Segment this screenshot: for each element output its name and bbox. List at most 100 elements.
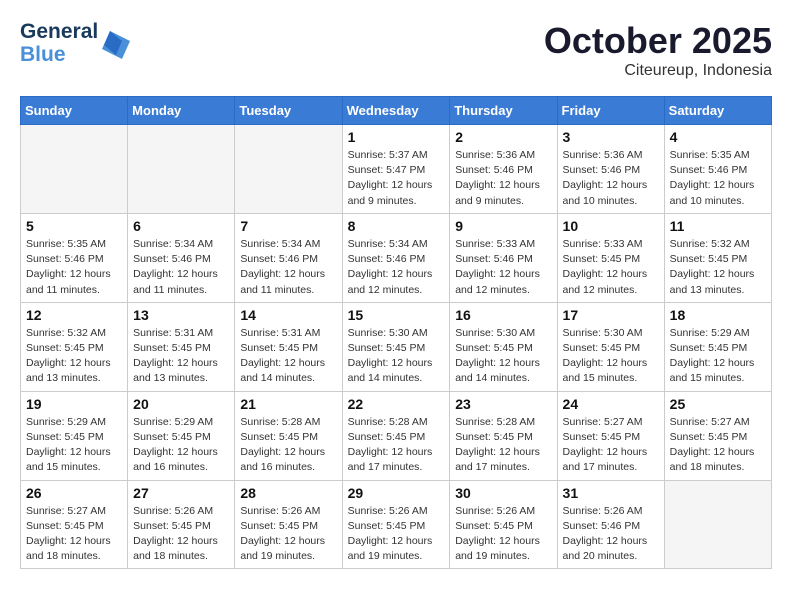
calendar-cell: 23 Sunrise: 5:28 AM Sunset: 5:45 PM Dayli… xyxy=(450,391,557,480)
month-title: October 2025 xyxy=(544,20,772,62)
day-number: 26 xyxy=(26,485,122,501)
weekday-header-friday: Friday xyxy=(557,97,664,125)
location: Citeureup, Indonesia xyxy=(544,62,772,80)
day-info: Sunrise: 5:36 AM Sunset: 5:46 PM Dayligh… xyxy=(455,148,551,209)
day-info: Sunrise: 5:33 AM Sunset: 5:46 PM Dayligh… xyxy=(455,237,551,298)
calendar-cell: 5 Sunrise: 5:35 AM Sunset: 5:46 PM Daylig… xyxy=(21,213,128,302)
weekday-header-saturday: Saturday xyxy=(664,97,771,125)
day-number: 5 xyxy=(26,218,122,234)
day-info: Sunrise: 5:30 AM Sunset: 5:45 PM Dayligh… xyxy=(348,326,445,387)
day-number: 11 xyxy=(670,218,766,234)
day-number: 15 xyxy=(348,307,445,323)
calendar-cell: 7 Sunrise: 5:34 AM Sunset: 5:46 PM Daylig… xyxy=(235,213,342,302)
calendar-cell xyxy=(235,125,342,214)
weekday-header-thursday: Thursday xyxy=(450,97,557,125)
day-number: 31 xyxy=(563,485,659,501)
calendar-cell: 14 Sunrise: 5:31 AM Sunset: 5:45 PM Dayli… xyxy=(235,302,342,391)
calendar-cell: 27Sunrise: 5:26 AM Sunset: 5:45 PM Dayli… xyxy=(128,480,235,569)
calendar-body: 1 Sunrise: 5:37 AM Sunset: 5:47 PM Daylig… xyxy=(21,125,772,569)
calendar-week-2: 5 Sunrise: 5:35 AM Sunset: 5:46 PM Daylig… xyxy=(21,213,772,302)
day-number: 6 xyxy=(133,218,229,234)
calendar-table: SundayMondayTuesdayWednesdayThursdayFrid… xyxy=(20,96,772,569)
day-number: 16 xyxy=(455,307,551,323)
calendar-cell: 17Sunrise: 5:30 AM Sunset: 5:45 PM Dayli… xyxy=(557,302,664,391)
day-number: 1 xyxy=(348,129,445,145)
page-header: General Blue October 2025 Citeureup, Ind… xyxy=(20,20,772,80)
day-number: 25 xyxy=(670,396,766,412)
day-number: 7 xyxy=(240,218,336,234)
calendar-cell: 22 Sunrise: 5:28 AM Sunset: 5:45 PM Dayli… xyxy=(342,391,450,480)
day-info: Sunrise: 5:32 AM Sunset: 5:45 PM Dayligh… xyxy=(670,237,766,298)
calendar-cell: 11 Sunrise: 5:32 AM Sunset: 5:45 PM Dayli… xyxy=(664,213,771,302)
day-number: 21 xyxy=(240,396,336,412)
day-info: Sunrise: 5:37 AM Sunset: 5:47 PM Dayligh… xyxy=(348,148,445,209)
weekday-header-row: SundayMondayTuesdayWednesdayThursdayFrid… xyxy=(21,97,772,125)
day-info: Sunrise: 5:35 AM Sunset: 5:46 PM Dayligh… xyxy=(670,148,766,209)
day-info: Sunrise: 5:26 AM Sunset: 5:45 PM Dayligh… xyxy=(455,504,551,565)
day-number: 20 xyxy=(133,396,229,412)
calendar-cell: 2 Sunrise: 5:36 AM Sunset: 5:46 PM Daylig… xyxy=(450,125,557,214)
day-info: Sunrise: 5:26 AM Sunset: 5:45 PM Dayligh… xyxy=(348,504,445,565)
calendar-cell: 25 Sunrise: 5:27 AM Sunset: 5:45 PM Dayli… xyxy=(664,391,771,480)
day-info: Sunrise: 5:33 AM Sunset: 5:45 PM Dayligh… xyxy=(563,237,659,298)
day-info: Sunrise: 5:31 AM Sunset: 5:45 PM Dayligh… xyxy=(133,326,229,387)
day-info: Sunrise: 5:27 AM Sunset: 5:45 PM Dayligh… xyxy=(670,415,766,476)
logo: General Blue xyxy=(20,20,130,66)
calendar-cell xyxy=(21,125,128,214)
day-number: 10 xyxy=(563,218,659,234)
calendar-week-1: 1 Sunrise: 5:37 AM Sunset: 5:47 PM Daylig… xyxy=(21,125,772,214)
logo-text-line2: Blue xyxy=(20,43,98,66)
calendar-cell: 13 Sunrise: 5:31 AM Sunset: 5:45 PM Dayli… xyxy=(128,302,235,391)
calendar-cell: 20 Sunrise: 5:29 AM Sunset: 5:45 PM Dayli… xyxy=(128,391,235,480)
day-info: Sunrise: 5:30 AM Sunset: 5:45 PM Dayligh… xyxy=(563,326,659,387)
calendar-cell: 12 Sunrise: 5:32 AM Sunset: 5:45 PM Dayli… xyxy=(21,302,128,391)
day-info: Sunrise: 5:28 AM Sunset: 5:45 PM Dayligh… xyxy=(240,415,336,476)
logo-icon xyxy=(102,27,130,59)
calendar-cell xyxy=(664,480,771,569)
calendar-cell: 21 Sunrise: 5:28 AM Sunset: 5:45 PM Dayli… xyxy=(235,391,342,480)
day-info: Sunrise: 5:26 AM Sunset: 5:45 PM Dayligh… xyxy=(240,504,336,565)
day-number: 2 xyxy=(455,129,551,145)
calendar-week-4: 19 Sunrise: 5:29 AM Sunset: 5:45 PM Dayli… xyxy=(21,391,772,480)
weekday-header-sunday: Sunday xyxy=(21,97,128,125)
day-number: 13 xyxy=(133,307,229,323)
calendar-cell: 15 Sunrise: 5:30 AM Sunset: 5:45 PM Dayli… xyxy=(342,302,450,391)
day-number: 8 xyxy=(348,218,445,234)
day-number: 9 xyxy=(455,218,551,234)
day-number: 19 xyxy=(26,396,122,412)
day-info: Sunrise: 5:34 AM Sunset: 5:46 PM Dayligh… xyxy=(348,237,445,298)
day-info: Sunrise: 5:29 AM Sunset: 5:45 PM Dayligh… xyxy=(26,415,122,476)
calendar-cell: 4 Sunrise: 5:35 AM Sunset: 5:46 PM Daylig… xyxy=(664,125,771,214)
weekday-header-wednesday: Wednesday xyxy=(342,97,450,125)
day-number: 12 xyxy=(26,307,122,323)
day-info: Sunrise: 5:29 AM Sunset: 5:45 PM Dayligh… xyxy=(133,415,229,476)
day-info: Sunrise: 5:34 AM Sunset: 5:46 PM Dayligh… xyxy=(240,237,336,298)
calendar-cell: 18Sunrise: 5:29 AM Sunset: 5:45 PM Dayli… xyxy=(664,302,771,391)
weekday-header-tuesday: Tuesday xyxy=(235,97,342,125)
day-number: 29 xyxy=(348,485,445,501)
day-number: 22 xyxy=(348,396,445,412)
day-number: 18 xyxy=(670,307,766,323)
day-info: Sunrise: 5:32 AM Sunset: 5:45 PM Dayligh… xyxy=(26,326,122,387)
day-number: 4 xyxy=(670,129,766,145)
day-number: 3 xyxy=(563,129,659,145)
calendar-cell: 30 Sunrise: 5:26 AM Sunset: 5:45 PM Dayli… xyxy=(450,480,557,569)
calendar-week-3: 12 Sunrise: 5:32 AM Sunset: 5:45 PM Dayli… xyxy=(21,302,772,391)
day-number: 14 xyxy=(240,307,336,323)
logo-text-line1: General xyxy=(20,20,98,43)
day-info: Sunrise: 5:35 AM Sunset: 5:46 PM Dayligh… xyxy=(26,237,122,298)
title-block: October 2025 Citeureup, Indonesia xyxy=(544,20,772,80)
day-number: 27 xyxy=(133,485,229,501)
day-info: Sunrise: 5:27 AM Sunset: 5:45 PM Dayligh… xyxy=(563,415,659,476)
day-number: 23 xyxy=(455,396,551,412)
day-info: Sunrise: 5:28 AM Sunset: 5:45 PM Dayligh… xyxy=(455,415,551,476)
day-number: 24 xyxy=(563,396,659,412)
calendar-cell: 8 Sunrise: 5:34 AM Sunset: 5:46 PM Daylig… xyxy=(342,213,450,302)
day-info: Sunrise: 5:28 AM Sunset: 5:45 PM Dayligh… xyxy=(348,415,445,476)
day-info: Sunrise: 5:31 AM Sunset: 5:45 PM Dayligh… xyxy=(240,326,336,387)
calendar-cell: 9 Sunrise: 5:33 AM Sunset: 5:46 PM Daylig… xyxy=(450,213,557,302)
day-number: 30 xyxy=(455,485,551,501)
calendar-cell: 1 Sunrise: 5:37 AM Sunset: 5:47 PM Daylig… xyxy=(342,125,450,214)
calendar-cell: 3 Sunrise: 5:36 AM Sunset: 5:46 PM Daylig… xyxy=(557,125,664,214)
day-info: Sunrise: 5:36 AM Sunset: 5:46 PM Dayligh… xyxy=(563,148,659,209)
